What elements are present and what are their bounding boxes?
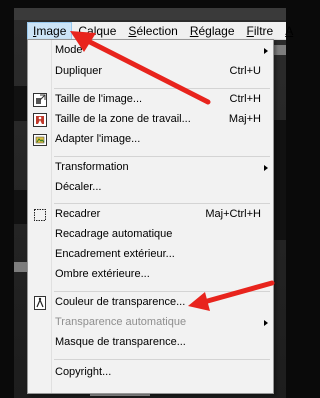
- menu-item-label: Encadrement extérieur...: [55, 248, 175, 260]
- image-dropdown-menu: Mode Dupliquer Ctrl+U Taille de l'image.…: [27, 39, 274, 394]
- menu-a[interactable]: A: [279, 22, 299, 40]
- background-panel: [14, 190, 27, 224]
- menu-item-decaler[interactable]: Décaler...: [28, 179, 273, 197]
- menu-item-label: Transparence automatique: [55, 316, 187, 328]
- menu-reglage[interactable]: Réglage: [184, 22, 241, 40]
- menu-item-label: Couleur de transparence...: [55, 296, 186, 308]
- menu-item-label: Copyright...: [55, 366, 112, 378]
- background-panel: [14, 86, 27, 121]
- menu-item-transformation[interactable]: Transformation: [28, 159, 273, 177]
- menu-item-shortcut: Maj+H: [228, 113, 261, 125]
- menu-item-label: Recadrage automatique: [55, 228, 173, 240]
- background-panel: [274, 45, 286, 55]
- menu-calque[interactable]: Calque: [72, 22, 122, 40]
- crop-icon: [32, 207, 48, 223]
- menu-item-copyright[interactable]: Copyright...: [28, 364, 273, 382]
- background-panel: [274, 120, 286, 240]
- menu-item-transparence-auto: Transparence automatique: [28, 314, 273, 332]
- menu-separator: [54, 88, 270, 89]
- menu-item-dupliquer[interactable]: Dupliquer Ctrl+U: [28, 63, 273, 81]
- menu-separator: [54, 203, 270, 204]
- menu-item-couleur-transparence[interactable]: Couleur de transparence...: [28, 294, 273, 312]
- menu-item-label: Taille de l'image...: [55, 93, 143, 105]
- background-panel: [14, 262, 27, 272]
- menu-separator: [54, 291, 270, 292]
- menu-separator: [54, 359, 270, 360]
- fit-image-icon: [32, 132, 48, 148]
- menu-item-shortcut: Ctrl+U: [229, 65, 261, 77]
- menu-item-recadrage-auto[interactable]: Recadrage automatique: [28, 226, 273, 244]
- menu-item-label: Dupliquer: [55, 65, 103, 77]
- menu-separator: [54, 156, 270, 157]
- submenu-arrow-icon: [264, 320, 268, 326]
- submenu-arrow-icon: [264, 165, 268, 171]
- menu-item-label: Mode: [55, 44, 83, 56]
- canvas-size-icon: [32, 112, 48, 128]
- menu-item-label: Ombre extérieure...: [55, 268, 150, 280]
- menu-item-taille-image[interactable]: Taille de l'image... Ctrl+H: [28, 91, 273, 109]
- menu-item-label: Masque de transparence...: [55, 336, 186, 348]
- menu-item-label: Recadrer: [55, 208, 101, 220]
- menu-filtre[interactable]: Filtre: [241, 22, 280, 40]
- menu-selection[interactable]: Sélection: [122, 22, 183, 40]
- menu-item-label: Transformation: [55, 161, 129, 173]
- menu-item-masque[interactable]: Masque de transparence...: [28, 334, 273, 352]
- menu-item-shortcut: Ctrl+H: [229, 93, 261, 105]
- submenu-arrow-icon: [264, 48, 268, 54]
- menu-item-adapter[interactable]: Adapter l'image...: [28, 131, 273, 149]
- menu-item-shortcut: Maj+Ctrl+H: [205, 208, 261, 220]
- menu-item-label: Adapter l'image...: [55, 133, 141, 145]
- menu-item-recadrer[interactable]: Recadrer Maj+Ctrl+H: [28, 206, 273, 224]
- menu-item-encadrement[interactable]: Encadrement extérieur...: [28, 246, 273, 264]
- menu-item-label: Décaler...: [55, 181, 102, 193]
- image-size-icon: [32, 92, 48, 108]
- menu-item-mode[interactable]: Mode: [28, 42, 273, 60]
- menu-image[interactable]: Image: [27, 21, 73, 40]
- menu-item-taille-zone[interactable]: Taille de la zone de travail... Maj+H: [28, 111, 273, 129]
- menu-item-label: Taille de la zone de travail...: [55, 113, 191, 125]
- menubar: Image Calque Sélection Réglage Filtre A: [27, 21, 293, 40]
- menu-item-ombre[interactable]: Ombre extérieure...: [28, 266, 273, 284]
- transparency-color-icon: [32, 295, 48, 311]
